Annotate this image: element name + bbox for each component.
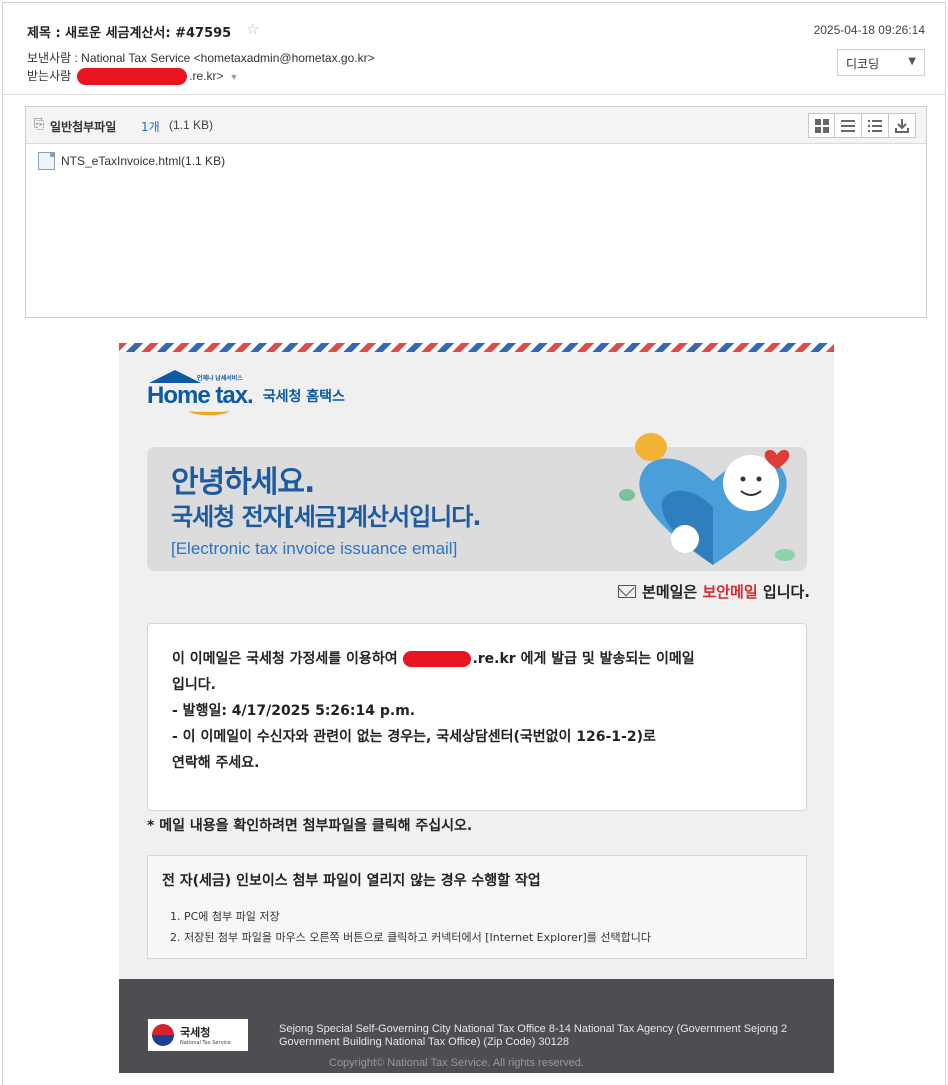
envelope-icon bbox=[618, 585, 637, 598]
mail-date: 2025-04-18 09:26:14 bbox=[813, 23, 925, 37]
nts-logo-text: 국세청 National Tax Service bbox=[180, 1024, 231, 1046]
info-line-1: 이 이메일은 국세청 가정세를 이용하여 .re.kr 에게 발급 및 발송되는… bbox=[172, 646, 782, 672]
info-line-1-prefix: 이 이메일은 국세청 가정세를 이용하여 bbox=[172, 651, 398, 667]
list-view-button[interactable] bbox=[835, 113, 862, 138]
attachment-box: ⎘ 일반첨부파일 1개 (1.1 KB) NTS_eTaxInvoice.htm… bbox=[25, 106, 927, 318]
contact-line-2: 연락해 주세요. bbox=[172, 755, 260, 771]
attachment-title: 일반첨부파일 bbox=[50, 120, 117, 134]
troubleshoot-title: 전 자(세금) 인보이스 첨부 파일이 열리지 않는 경우 수행할 작업 bbox=[162, 873, 541, 889]
secure-mail-notice: 본메일은 보안메일 입니다. bbox=[618, 581, 810, 602]
mail-header: 제목 : 새로운 세금계산서: #47595 ☆ 2025-04-18 09:2… bbox=[3, 3, 945, 95]
greeting-english: [Electronic tax invoice issuance email] bbox=[171, 539, 458, 558]
mail-footer: 국세청 National Tax Service Sejong Special … bbox=[119, 979, 834, 1073]
hometax-logo-text: Home tax. bbox=[147, 382, 254, 409]
attachment-count: 1개 bbox=[141, 120, 160, 134]
redaction-mark bbox=[77, 68, 188, 86]
troubleshoot-steps: 1. PC에 첨부 파일 저장 2. 저장된 첨부 파일을 마우스 오른쪽 버튼… bbox=[162, 906, 792, 948]
heart-illustration bbox=[619, 433, 795, 565]
list-icon bbox=[841, 120, 855, 132]
decode-value: 디코딩 bbox=[846, 57, 880, 71]
nts-logo: 국세청 National Tax Service bbox=[148, 1019, 248, 1051]
nts-logo-korean: 국세청 bbox=[180, 1026, 211, 1039]
airmail-stripe bbox=[119, 343, 834, 352]
mail-body: 언제나 납세서비스 Home tax. 국세청 홈택스 안녕하세요. 국세청 전… bbox=[119, 343, 834, 1073]
chevron-down-icon: ▼ bbox=[908, 56, 916, 67]
recipient-label: 받는사람 bbox=[27, 69, 72, 83]
decode-select[interactable]: 디코딩 ▼ bbox=[837, 49, 925, 76]
info-line-1-suffix: .re.kr 에게 발급 및 발송되는 이메일 bbox=[472, 651, 695, 667]
html-file-icon bbox=[38, 152, 55, 170]
attachment-total-size: (1.1 KB) bbox=[169, 118, 214, 132]
chevron-down-icon[interactable]: ▼ bbox=[230, 72, 239, 82]
house-roof-icon bbox=[149, 370, 201, 383]
star-icon[interactable]: ☆ bbox=[246, 20, 259, 38]
greeting-banner: 안녕하세요. 국세청 전자[세금]계산서입니다. [Electronic tax… bbox=[147, 433, 807, 571]
redaction-mark bbox=[403, 651, 472, 667]
footer-copyright: Copyright© National Tax Service. All rig… bbox=[329, 1057, 584, 1069]
troubleshoot-box: 전 자(세금) 인보이스 첨부 파일이 열리지 않는 경우 수행할 작업 1. … bbox=[147, 855, 807, 959]
secure-suffix: 입니다. bbox=[762, 583, 810, 601]
logo-swoosh bbox=[189, 407, 229, 415]
grid-icon bbox=[815, 119, 829, 133]
attachment-toolbar: ⎘ 일반첨부파일 1개 (1.1 KB) bbox=[26, 107, 926, 144]
detail-view-button[interactable] bbox=[862, 113, 889, 138]
troubleshoot-step: 2. 저장된 첨부 파일을 마우스 오른쪽 버튼으로 클릭하고 커넥터에서 [I… bbox=[170, 931, 651, 944]
troubleshoot-step: 1. PC에 첨부 파일 저장 bbox=[170, 910, 280, 923]
recipient-line: 받는사람 .re.kr> ▼ bbox=[27, 67, 239, 86]
recipient-address[interactable]: .re.kr> bbox=[189, 69, 223, 83]
footer-address: Sejong Special Self-Governing City Natio… bbox=[279, 1023, 788, 1048]
info-line-2: 입니다. bbox=[172, 677, 216, 693]
nts-logo-english: National Tax Service bbox=[180, 1040, 231, 1046]
contact-line: - 이 이메일이 수신자와 관련이 없는 경우는, 국세상담센터(국번없이 12… bbox=[172, 729, 656, 745]
download-icon bbox=[895, 119, 909, 133]
sender-line: 보낸사람 : National Tax Service <hometaxadmi… bbox=[27, 49, 375, 66]
attachment-file[interactable]: NTS_eTaxInvoice.html(1.1 KB) bbox=[38, 152, 225, 170]
sender-address[interactable]: National Tax Service <hometaxadmin@homet… bbox=[81, 51, 374, 65]
sender-label: 보낸사람 : bbox=[27, 51, 82, 65]
attachment-file-name[interactable]: NTS_eTaxInvoice.html(1.1 KB) bbox=[61, 154, 225, 168]
hometax-logo-korean: 국세청 홈택스 bbox=[262, 389, 345, 405]
grid-view-button[interactable] bbox=[808, 113, 835, 138]
hometax-logo-mark: 언제나 납세서비스 Home tax. bbox=[147, 370, 254, 415]
hometax-logo-tagline: 언제나 납세서비스 bbox=[197, 376, 243, 382]
greeting-title: 안녕하세요. bbox=[171, 465, 315, 500]
secure-prefix: 본메일은 bbox=[642, 583, 698, 601]
info-box: 이 이메일은 국세청 가정세를 이용하여 .re.kr 에게 발급 및 발송되는… bbox=[147, 623, 807, 811]
bullet-list-icon bbox=[868, 120, 882, 132]
mail-viewer: 제목 : 새로운 세금계산서: #47595 ☆ 2025-04-18 09:2… bbox=[2, 2, 946, 1085]
mail-subject: 제목 : 새로운 세금계산서: #47595 bbox=[27, 26, 232, 41]
secure-highlight: 보안메일 bbox=[702, 583, 758, 601]
download-all-button[interactable] bbox=[889, 113, 916, 138]
paperclip-icon: ⎘ bbox=[34, 117, 45, 132]
hometax-logo: 언제나 납세서비스 Home tax. 국세청 홈택스 bbox=[147, 370, 345, 415]
attachment-view-buttons bbox=[808, 113, 916, 138]
taegeuk-emblem-icon bbox=[152, 1024, 174, 1046]
issue-date-line: - 발행일: 4/17/2025 5:26:14 p.m. bbox=[172, 703, 416, 719]
attachment-note: * 메일 내용을 확인하려면 첨부파일을 클릭해 주십시오. bbox=[147, 818, 473, 834]
greeting-subtitle: 국세청 전자[세금]계산서입니다. bbox=[171, 503, 481, 531]
